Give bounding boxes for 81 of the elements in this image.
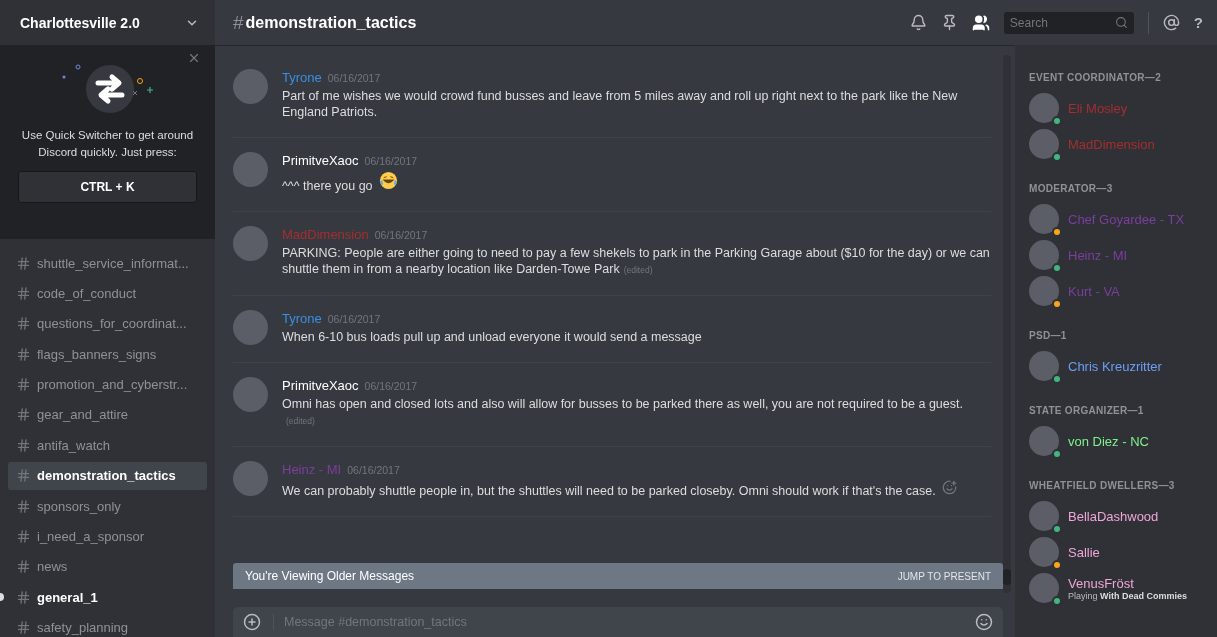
author-name[interactable]: Tyrone <box>282 70 322 85</box>
quick-switcher-text: Use Quick Switcher to get around Discord quickly. Just press: <box>20 128 195 160</box>
scrollbar-thumb[interactable] <box>1003 569 1011 585</box>
avatar[interactable] <box>1029 537 1059 567</box>
channel-item[interactable]: code_of_conduct <box>8 279 207 308</box>
plus-icon[interactable] <box>243 613 261 631</box>
member-name[interactable]: VenusFröst <box>1068 575 1187 591</box>
hash-icon <box>16 498 31 514</box>
message-text: ^^^ there you go <box>282 178 373 194</box>
channel-item[interactable]: sponsors_only <box>8 492 207 521</box>
member-activity: Playing With Dead Commies <box>1068 590 1187 601</box>
channel-item[interactable]: gear_and_attire <box>8 400 207 429</box>
shortcut-button[interactable]: CTRL + K <box>18 171 197 203</box>
add-reaction-icon[interactable] <box>941 480 957 495</box>
member-name[interactable]: Sallie <box>1068 544 1100 560</box>
role-heading: MODERATOR—3 <box>1029 182 1114 195</box>
hash-icon <box>16 589 31 605</box>
timestamp: 06/16/2017 <box>327 313 381 325</box>
close-button[interactable] <box>187 51 201 65</box>
hash-icon <box>16 346 31 362</box>
channel-item[interactable]: news <box>8 552 207 581</box>
avatar[interactable] <box>1029 573 1059 603</box>
hash-mark: # <box>233 11 244 34</box>
avatar[interactable] <box>1029 129 1059 159</box>
channel-item[interactable]: antifa_watch <box>8 431 207 460</box>
members-icon[interactable] <box>971 13 990 32</box>
bell-icon[interactable] <box>909 14 927 31</box>
hash-icon <box>16 377 31 393</box>
channel-item[interactable]: safety_planning <box>8 613 207 637</box>
avatar[interactable] <box>1029 240 1059 270</box>
timestamp: 06/16/2017 <box>347 464 400 476</box>
role-heading: PSD—1 <box>1029 329 1068 342</box>
search-field[interactable]: Search <box>1003 11 1134 34</box>
smile-icon[interactable] <box>975 613 993 631</box>
server-header[interactable]: Charlottesville 2.0 <box>0 0 215 45</box>
help-button[interactable]: ? <box>1193 14 1203 31</box>
hash-icon <box>16 559 31 575</box>
banner-text: You're Viewing Older Messages <box>245 569 415 583</box>
author-name[interactable]: Tyrone <box>282 311 322 326</box>
timestamp: 06/16/2017 <box>374 229 428 241</box>
timestamp: 06/16/2017 <box>327 72 381 84</box>
author-name[interactable]: PrimitveXaoc <box>282 378 359 393</box>
server-name: Charlottesville 2.0 <box>20 14 140 31</box>
mention-icon[interactable] <box>1162 14 1180 31</box>
message-text: Part of me wishes we would crowd fund busses and leave from 5 miles away and roll up right next to the park like the New England Patriots. <box>282 88 959 120</box>
avatar[interactable] <box>1029 501 1059 531</box>
hash-icon <box>16 468 31 484</box>
channel-item[interactable]: questions_for_coordinat... <box>8 309 207 338</box>
member-name[interactable]: BellaDashwood <box>1068 508 1159 524</box>
role-heading: EVENT COORDINATOR—2 <box>1029 71 1162 84</box>
hash-icon <box>16 285 31 301</box>
avatar[interactable] <box>1029 351 1059 381</box>
channel-item[interactable]: demonstration_tactics <box>8 461 207 490</box>
channel-item[interactable]: promotion_and_cyberstr... <box>8 370 207 399</box>
avatar[interactable] <box>1029 276 1059 306</box>
role-heading: STATE ORGANIZER—1 <box>1029 404 1145 417</box>
hash-icon <box>16 407 31 423</box>
message-text: We can probably shuttle people in, but the shuttles will need to be parked closeby. Omni should work if that's the case. <box>282 483 936 499</box>
timestamp: 06/16/2017 <box>364 380 418 392</box>
message-text: When 6-10 bus loads pull up and unload everyone it would send a message <box>282 329 702 345</box>
channel-title: demonstration_tactics <box>245 13 418 32</box>
channel-item[interactable]: flags_banners_signs <box>8 340 207 369</box>
hash-icon <box>16 437 31 453</box>
member-name[interactable]: von Diez - NC <box>1068 433 1149 449</box>
hash-icon <box>16 316 31 332</box>
hash-icon <box>16 529 31 544</box>
role-heading: WHEATFIELD DWELLERS—3 <box>1029 479 1176 492</box>
channel-item[interactable]: general_1 <box>8 583 207 612</box>
scrollbar[interactable] <box>1003 55 1011 593</box>
avatar[interactable] <box>1029 426 1059 456</box>
channel-item[interactable]: shuttle_service_informat... <box>8 249 207 277</box>
hash-icon <box>16 255 31 271</box>
channel-item[interactable]: i_need_a_sponsor <box>8 522 207 551</box>
author-name[interactable]: PrimitveXaoc <box>282 153 359 168</box>
member-name[interactable]: Chris Kreuzritter <box>1068 358 1162 374</box>
timestamp: 06/16/2017 <box>364 155 418 167</box>
jump-to-present-button[interactable]: JUMP TO PRESENT <box>897 570 991 582</box>
search-icon <box>1114 16 1128 29</box>
hash-icon <box>16 620 31 636</box>
avatar[interactable] <box>1029 93 1059 123</box>
avatar[interactable] <box>1029 204 1059 234</box>
